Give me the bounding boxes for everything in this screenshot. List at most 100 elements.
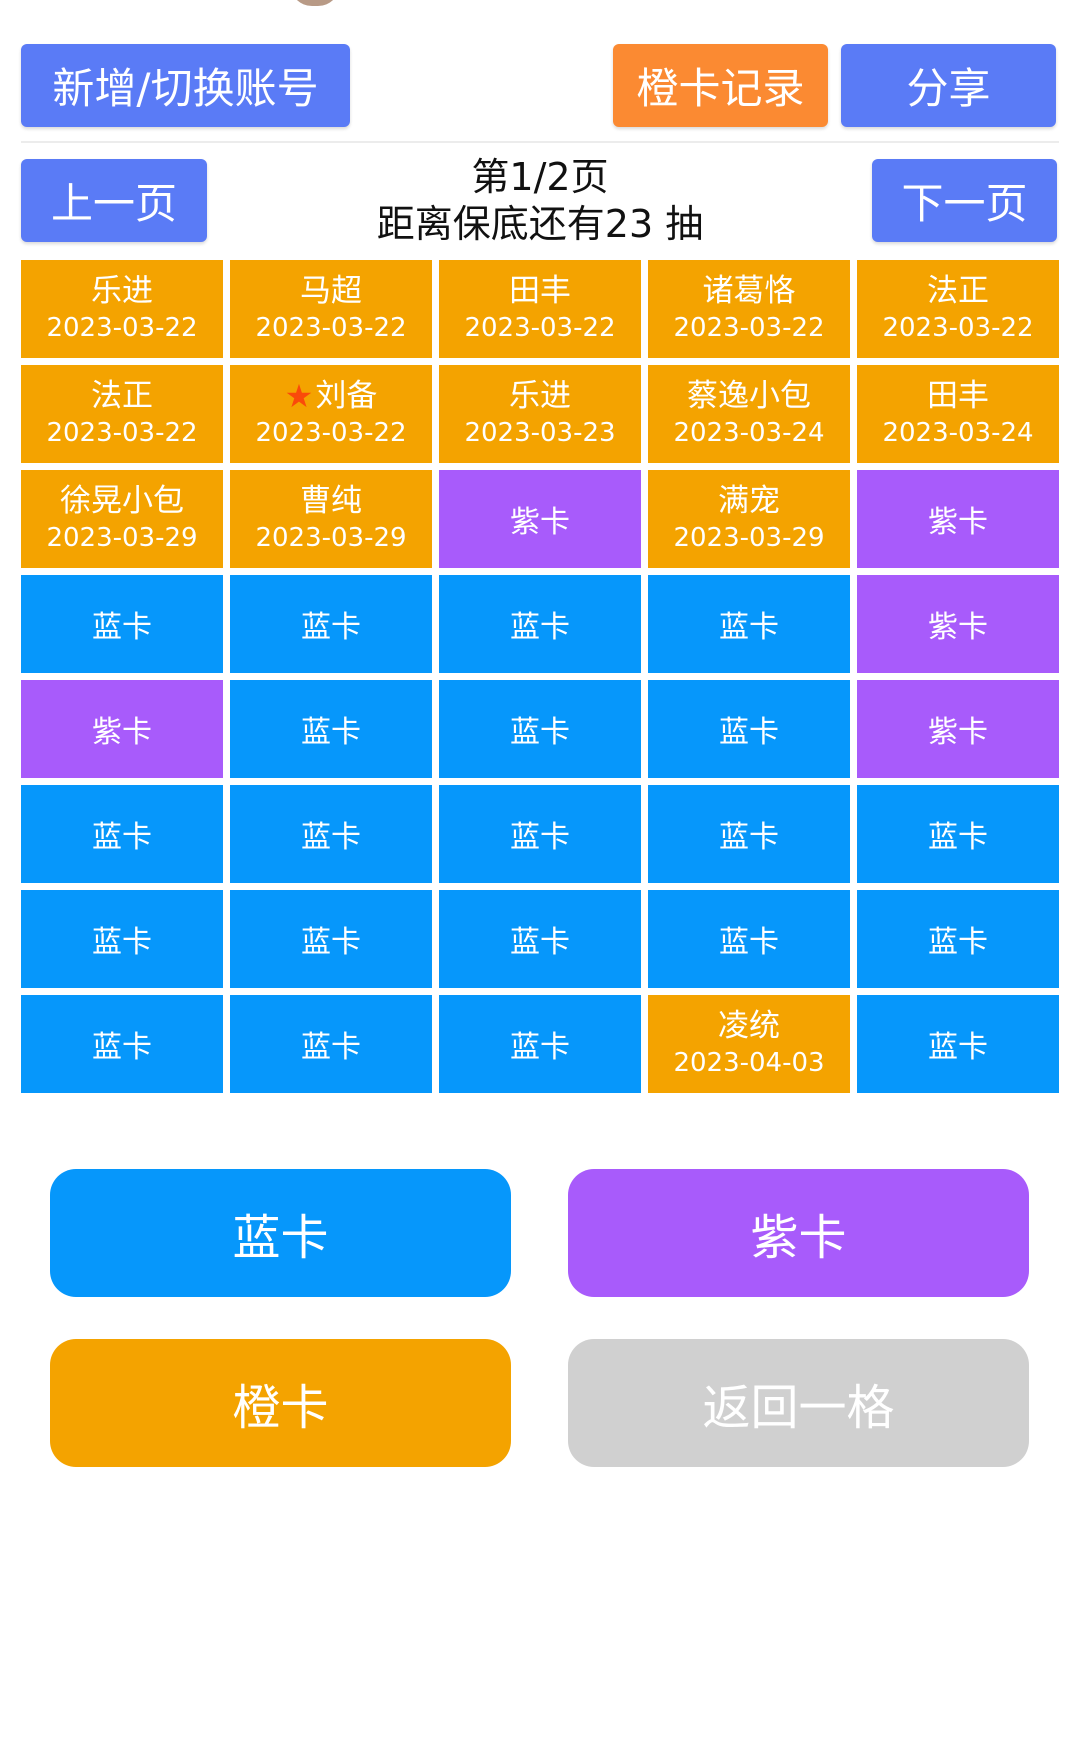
card-name: 马超 [300, 272, 362, 310]
card-label: 蓝卡 [510, 925, 570, 960]
avatar [290, 0, 340, 6]
next-page-button[interactable]: 下一页 [872, 159, 1057, 242]
card-cell: 马超 2023-03-22 [230, 260, 432, 358]
card-cell: 蓝卡 [21, 890, 223, 988]
card-label: 紫卡 [928, 610, 988, 645]
card-cell: 紫卡 [857, 680, 1059, 778]
card-cell: 田丰 2023-03-24 [857, 365, 1059, 463]
card-date: 2023-03-29 [255, 523, 407, 553]
card-name-text: 田丰 [927, 378, 989, 414]
card-label: 蓝卡 [510, 610, 570, 645]
card-name-text: 诸葛恪 [702, 273, 796, 309]
card-cell: 田丰 2023-03-22 [439, 260, 641, 358]
card-label: 蓝卡 [719, 610, 779, 645]
card-date: 2023-03-22 [46, 313, 198, 343]
page-info: 第1/2页 距离保底还有23 抽 [300, 154, 780, 248]
card-name-text: 乐进 [91, 273, 153, 309]
card-name: 徐晃小包 [60, 482, 184, 520]
card-cell: 蓝卡 [230, 785, 432, 883]
card-cell: ★ 刘备 2023-03-22 [230, 365, 432, 463]
card-label: 蓝卡 [301, 715, 361, 750]
card-cell: 蓝卡 [648, 785, 850, 883]
card-name-text: 满宠 [718, 483, 780, 519]
card-label: 蓝卡 [301, 610, 361, 645]
blue-card-button[interactable]: 蓝卡 [50, 1169, 511, 1297]
card-date: 2023-03-29 [673, 523, 825, 553]
card-grid: 乐进 2023-03-22 马超 2023-03-22 田丰 2023-03-22 诸葛恪 2… [21, 260, 1060, 1093]
card-date: 2023-03-24 [673, 418, 825, 448]
share-button[interactable]: 分享 [841, 44, 1056, 127]
card-date: 2023-03-22 [255, 418, 407, 448]
card-name-text: 刘备 [315, 378, 378, 414]
card-name: 田丰 [509, 272, 571, 310]
card-cell: 蓝卡 [857, 890, 1059, 988]
card-label: 蓝卡 [928, 1030, 988, 1065]
card-label: 紫卡 [928, 715, 988, 750]
divider [21, 141, 1059, 143]
prev-page-button[interactable]: 上一页 [21, 159, 207, 242]
card-cell: 凌统 2023-04-03 [648, 995, 850, 1093]
card-cell: 乐进 2023-03-22 [21, 260, 223, 358]
card-label: 蓝卡 [719, 820, 779, 855]
card-cell: 蓝卡 [648, 575, 850, 673]
card-cell: 蔡逸小包 2023-03-24 [648, 365, 850, 463]
card-name-text: 马超 [300, 273, 362, 309]
card-name: 乐进 [509, 377, 571, 415]
card-cell: 蓝卡 [21, 785, 223, 883]
card-name: 曹纯 [300, 482, 362, 520]
orange-record-button[interactable]: 橙卡记录 [613, 44, 828, 127]
card-name-text: 法正 [91, 378, 153, 414]
card-cell: 蓝卡 [439, 680, 641, 778]
card-cell: 蓝卡 [857, 785, 1059, 883]
card-name: 乐进 [91, 272, 153, 310]
card-name: 蔡逸小包 [687, 377, 811, 415]
card-date: 2023-03-24 [882, 418, 1034, 448]
card-cell: 蓝卡 [648, 890, 850, 988]
card-label: 蓝卡 [928, 925, 988, 960]
card-name: 满宠 [718, 482, 780, 520]
card-cell: 法正 2023-03-22 [21, 365, 223, 463]
card-cell: 紫卡 [439, 470, 641, 568]
card-cell: 紫卡 [21, 680, 223, 778]
card-label: 蓝卡 [719, 925, 779, 960]
card-date: 2023-03-23 [464, 418, 616, 448]
card-cell: 蓝卡 [439, 995, 641, 1093]
card-cell: 蓝卡 [230, 890, 432, 988]
card-label: 蓝卡 [301, 820, 361, 855]
purple-card-button[interactable]: 紫卡 [568, 1169, 1029, 1297]
card-cell: 蓝卡 [857, 995, 1059, 1093]
card-cell: 蓝卡 [439, 890, 641, 988]
card-cell: 徐晃小包 2023-03-29 [21, 470, 223, 568]
page-indicator: 第1/2页 [471, 155, 609, 199]
card-cell: 蓝卡 [439, 785, 641, 883]
card-date: 2023-03-22 [464, 313, 616, 343]
card-label: 蓝卡 [719, 715, 779, 750]
card-cell: 蓝卡 [230, 575, 432, 673]
card-date: 2023-03-22 [673, 313, 825, 343]
card-date: 2023-04-03 [673, 1048, 825, 1078]
card-name: ★ 刘备 [285, 377, 378, 415]
card-label: 紫卡 [510, 505, 570, 540]
card-cell: 紫卡 [857, 470, 1059, 568]
undo-button[interactable]: 返回一格 [568, 1339, 1029, 1467]
card-date: 2023-03-22 [46, 418, 198, 448]
card-date: 2023-03-29 [46, 523, 198, 553]
card-name: 诸葛恪 [703, 272, 796, 310]
star-icon: ★ [284, 377, 314, 415]
card-name-text: 田丰 [509, 273, 571, 309]
orange-card-button[interactable]: 橙卡 [50, 1339, 511, 1467]
card-label: 蓝卡 [301, 925, 361, 960]
pity-counter: 距离保底还有23 抽 [376, 202, 704, 246]
card-cell: 满宠 2023-03-29 [648, 470, 850, 568]
card-name-text: 蔡逸小包 [687, 378, 811, 414]
card-date: 2023-03-22 [255, 313, 407, 343]
add-switch-account-button[interactable]: 新增/切换账号 [21, 44, 350, 127]
card-name-text: 徐晃小包 [60, 483, 184, 519]
card-cell: 乐进 2023-03-23 [439, 365, 641, 463]
card-label: 蓝卡 [92, 925, 152, 960]
card-label: 蓝卡 [510, 1030, 570, 1065]
card-date: 2023-03-22 [882, 313, 1034, 343]
card-cell: 蓝卡 [439, 575, 641, 673]
card-label: 紫卡 [92, 715, 152, 750]
card-label: 紫卡 [928, 505, 988, 540]
